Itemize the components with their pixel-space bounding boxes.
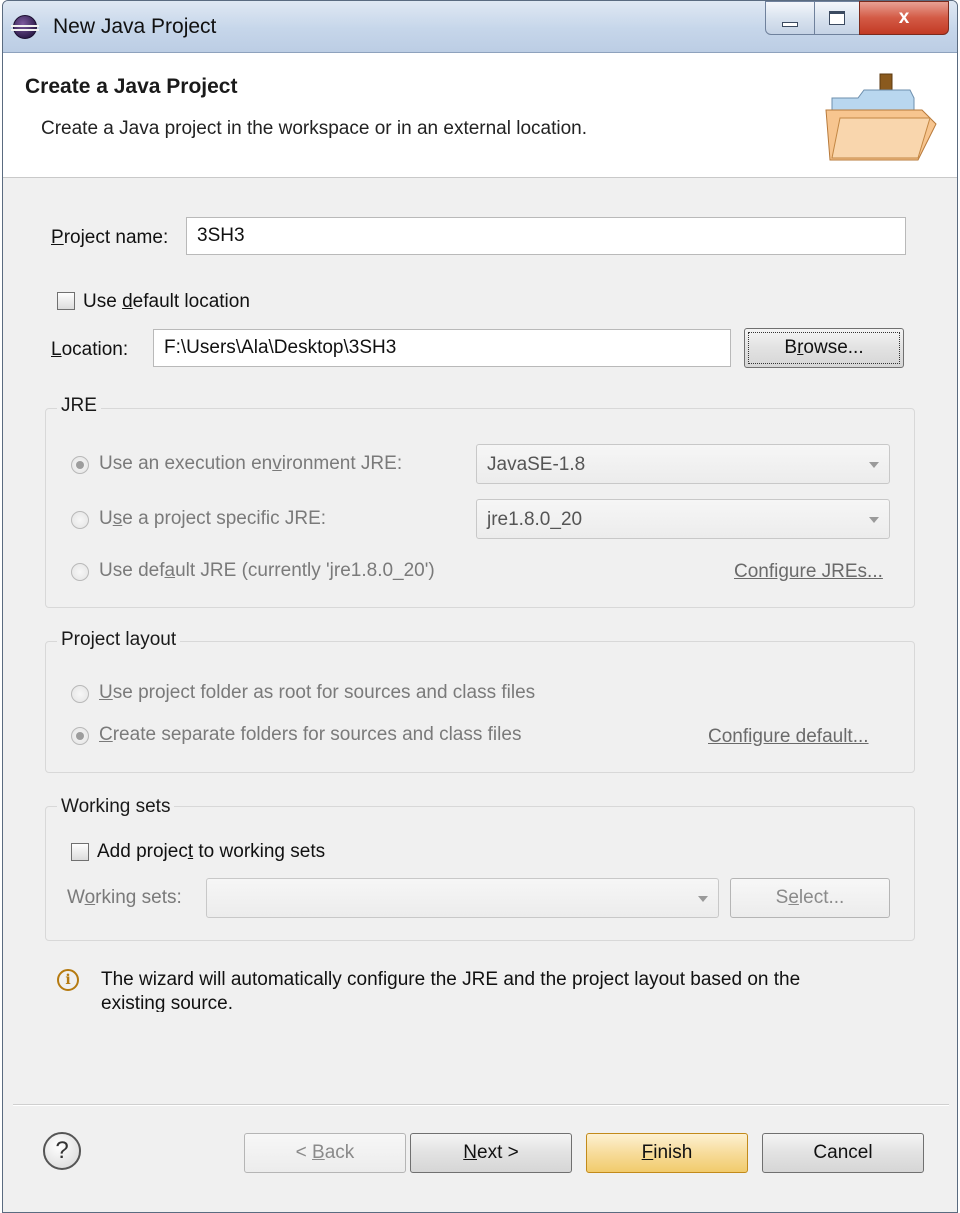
- use-default-location-checkbox[interactable]: [57, 292, 75, 310]
- title-bar[interactable]: New Java Project x: [3, 1, 957, 53]
- info-icon: i: [57, 969, 79, 991]
- maximize-button[interactable]: [814, 1, 860, 35]
- execution-environment-radio[interactable]: [71, 456, 89, 474]
- help-icon[interactable]: ?: [43, 1132, 81, 1170]
- working-sets-label: Working sets:: [67, 887, 182, 908]
- cancel-button[interactable]: Cancel: [762, 1133, 924, 1173]
- default-jre-label: Use default JRE (currently 'jre1.8.0_20'…: [99, 560, 435, 581]
- minimize-button[interactable]: [765, 1, 815, 35]
- working-sets-group-title: Working sets: [57, 796, 175, 818]
- execution-environment-select[interactable]: JavaSE-1.8: [476, 444, 890, 484]
- jre-group-title: JRE: [57, 395, 101, 417]
- minimize-icon: [782, 21, 798, 27]
- add-to-working-sets-checkbox[interactable]: [71, 843, 89, 861]
- execution-environment-label: Use an execution environment JRE:: [99, 453, 403, 474]
- working-sets-group: [45, 806, 915, 941]
- browse-button-label: Browse...: [784, 337, 864, 358]
- project-name-input[interactable]: 3SH3: [186, 217, 906, 255]
- maximize-icon: [829, 11, 845, 25]
- select-working-sets-button[interactable]: Select...: [730, 878, 890, 918]
- info-message: The wizard will automatically configure …: [101, 969, 801, 1012]
- finish-button-label: Finish: [641, 1142, 693, 1163]
- wizard-header: Create a Java Project Create a Java proj…: [3, 53, 957, 178]
- location-label: Location:: [51, 339, 129, 360]
- close-button[interactable]: x: [859, 1, 949, 35]
- use-default-location-label[interactable]: Use default location: [83, 291, 250, 313]
- working-sets-select[interactable]: [206, 878, 719, 918]
- back-button-label: < Back: [295, 1142, 355, 1163]
- chevron-down-icon: [698, 896, 708, 902]
- separate-folders-radio[interactable]: [71, 727, 89, 745]
- project-folder-root-radio[interactable]: [71, 685, 89, 703]
- finish-button[interactable]: Finish: [586, 1133, 748, 1173]
- default-jre-radio[interactable]: [71, 563, 89, 581]
- project-layout-group: [45, 641, 915, 773]
- configure-jres-link[interactable]: Configure JREs...: [734, 561, 883, 583]
- eclipse-icon: [11, 15, 39, 39]
- project-specific-jre-label: Use a project specific JRE:: [99, 508, 327, 529]
- next-button[interactable]: Next >: [410, 1133, 572, 1173]
- cancel-button-label: Cancel: [813, 1142, 873, 1163]
- next-button-label: Next >: [463, 1142, 519, 1163]
- add-to-working-sets-label[interactable]: Add project to working sets: [97, 841, 325, 863]
- project-name-label: Project name:: [51, 227, 169, 248]
- separate-folders-label: Create separate folders for sources and …: [99, 724, 522, 745]
- project-specific-jre-radio[interactable]: [71, 511, 89, 529]
- java-project-folder-icon: [825, 73, 937, 161]
- browse-button[interactable]: Browse...: [744, 328, 904, 368]
- project-layout-group-title: Project layout: [57, 629, 181, 651]
- select-button-label: Select...: [775, 887, 845, 908]
- close-icon: x: [898, 7, 910, 28]
- project-folder-root-label: Use project folder as root for sources a…: [99, 682, 536, 703]
- page-description: Create a Java project in the workspace o…: [41, 118, 588, 139]
- window-title: New Java Project: [53, 15, 217, 38]
- chevron-down-icon: [869, 517, 879, 523]
- back-button[interactable]: < Back: [244, 1133, 406, 1173]
- project-specific-jre-select[interactable]: jre1.8.0_20: [476, 499, 890, 539]
- chevron-down-icon: [869, 462, 879, 468]
- location-input[interactable]: F:\Users\Ala\Desktop\3SH3: [153, 329, 731, 367]
- button-bar-separator: [13, 1104, 949, 1106]
- new-java-project-dialog: New Java Project x Create a Java Project…: [2, 0, 958, 1213]
- configure-default-link[interactable]: Configure default...: [708, 726, 869, 748]
- page-title: Create a Java Project: [25, 75, 238, 98]
